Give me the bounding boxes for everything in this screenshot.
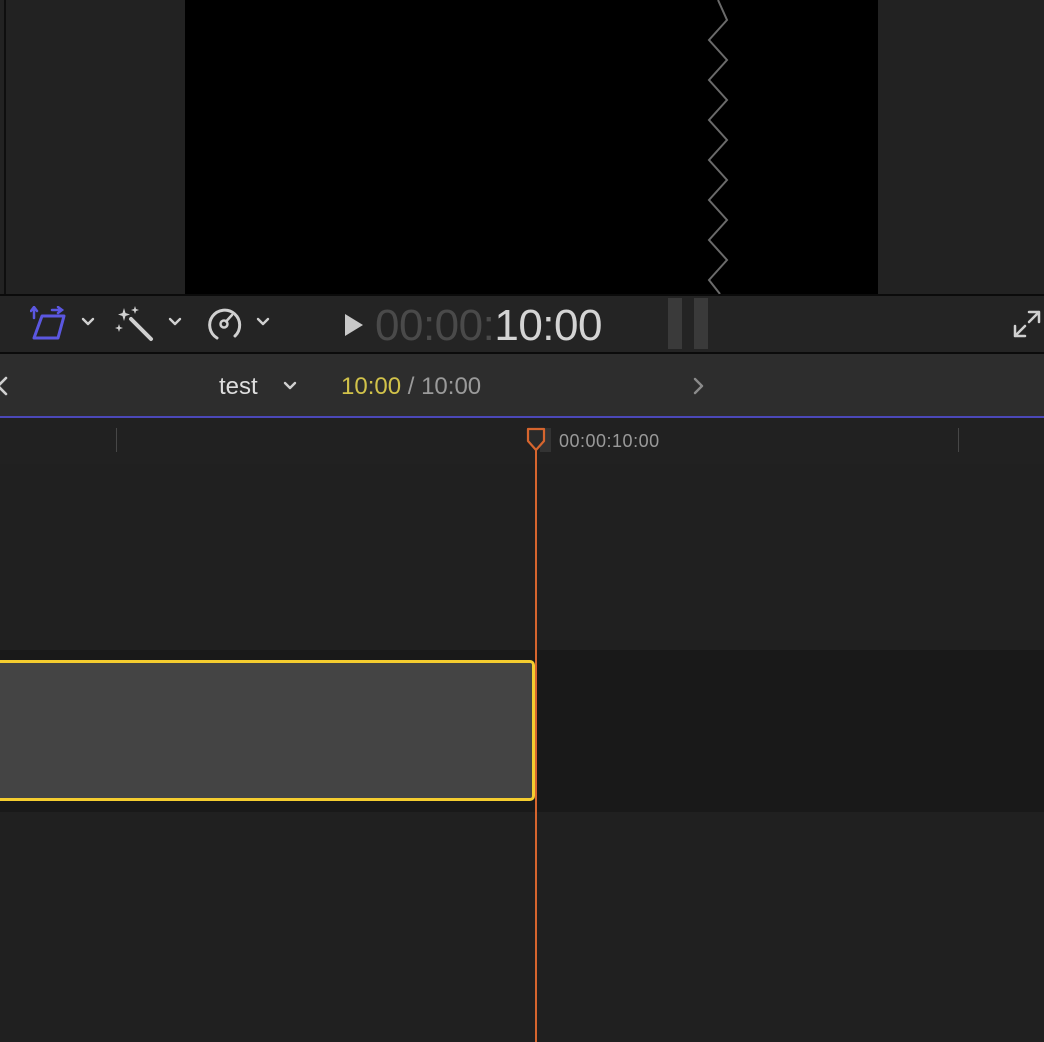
chevron-down-icon[interactable] (282, 380, 298, 392)
chevron-down-icon[interactable] (168, 316, 182, 328)
playhead-line[interactable] (535, 448, 537, 1042)
wipe-handle-zigzag[interactable] (700, 0, 740, 294)
viewer-edge (4, 0, 6, 294)
project-name[interactable]: test (219, 372, 258, 402)
timeline-ruler[interactable] (0, 418, 1044, 464)
project-duration: 10:00 / 10:00 (341, 372, 481, 402)
magic-wand-icon[interactable] (115, 306, 155, 342)
chevron-down-icon[interactable] (256, 316, 270, 328)
ruler-tick (958, 428, 959, 452)
ruler-tick (116, 428, 117, 452)
duration-current: 10:00 (341, 373, 402, 400)
fullscreen-icon[interactable] (1012, 309, 1042, 339)
timecode-display[interactable]: 00:00:10:00 (375, 298, 602, 354)
duration-separator: / (401, 373, 422, 400)
chevron-right-icon[interactable] (692, 377, 706, 395)
chevron-down-icon[interactable] (81, 316, 95, 328)
audio-meter-right (694, 298, 708, 349)
duration-total: 10:00 (421, 373, 482, 400)
viewer-canvas[interactable] (185, 0, 878, 294)
timecode-dim: 00:00: (375, 301, 495, 350)
playhead-handle-icon[interactable] (526, 427, 546, 453)
play-icon[interactable] (343, 313, 365, 337)
timecode-value: 10:00 (494, 301, 602, 350)
timeline-header (0, 354, 1044, 416)
transform-icon[interactable] (30, 306, 68, 342)
viewer (0, 0, 1044, 294)
ruler-timecode-label: 00:00:10:00 (559, 431, 660, 451)
audio-meter-left (668, 298, 682, 349)
speedometer-icon[interactable] (205, 306, 243, 342)
timeline-clip[interactable] (0, 660, 535, 801)
chevron-left-icon[interactable] (0, 376, 8, 396)
